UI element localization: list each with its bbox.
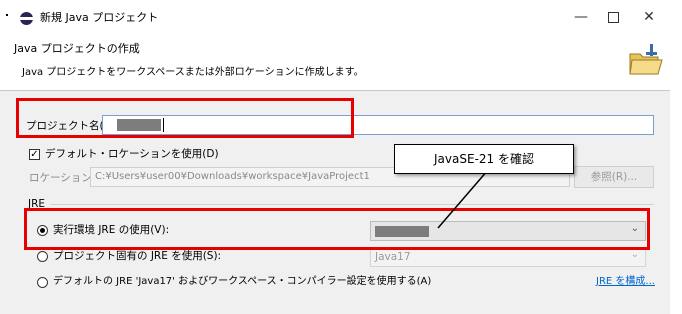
callout-pointer xyxy=(437,169,489,229)
window-edge xyxy=(670,36,682,314)
callout-box: JavaSE-21 を確認 xyxy=(394,144,574,174)
callout-text: JavaSE-21 を確認 xyxy=(434,152,534,166)
